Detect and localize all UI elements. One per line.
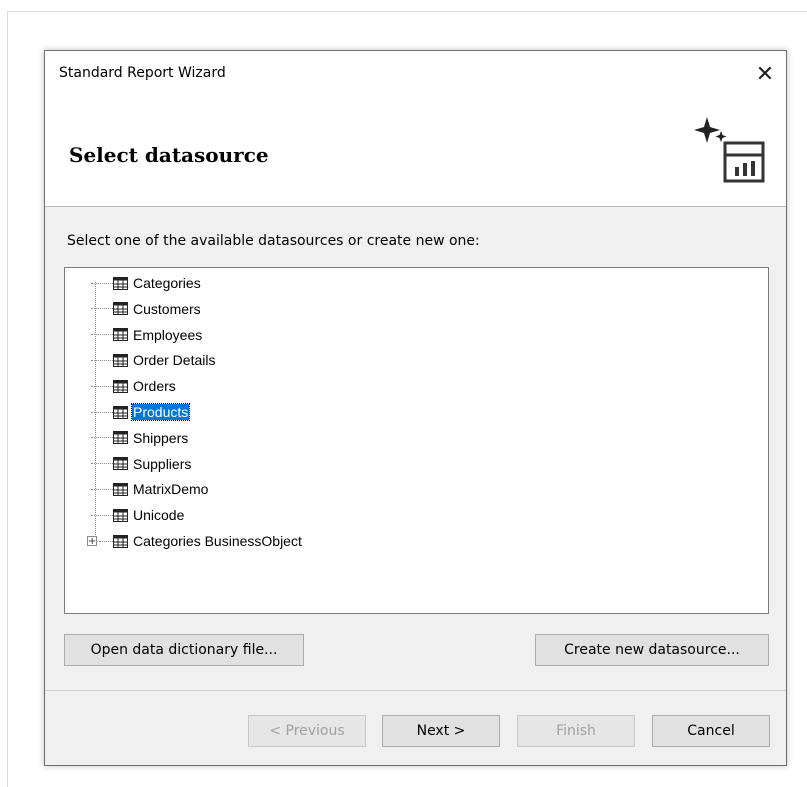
table-icon bbox=[113, 534, 128, 548]
create-datasource-button[interactable]: Create new datasource... bbox=[535, 634, 769, 666]
tree-item[interactable]: Employees bbox=[75, 324, 203, 346]
close-button[interactable]: ✕ bbox=[750, 60, 780, 88]
tree-connector-dots bbox=[91, 385, 113, 387]
open-dictionary-button[interactable]: Open data dictionary file... bbox=[64, 634, 304, 666]
tree-item[interactable]: MatrixDemo bbox=[75, 478, 209, 500]
datasource-tree[interactable]: Categories Customers Employees Order Detail… bbox=[64, 267, 769, 614]
tree-item-label: Categories bbox=[133, 275, 201, 291]
instruction-text: Select one of the available datasources … bbox=[67, 233, 480, 249]
next-button[interactable]: Next > bbox=[382, 715, 500, 747]
table-icon bbox=[113, 482, 128, 496]
tree-item[interactable]: Suppliers bbox=[75, 453, 192, 475]
dialog-content: Select one of the available datasources … bbox=[45, 207, 786, 765]
table-icon bbox=[113, 302, 128, 316]
table-icon bbox=[113, 379, 128, 393]
tree-connector-dots bbox=[91, 308, 113, 310]
window-title: Standard Report Wizard bbox=[59, 65, 226, 81]
wizard-dialog: Standard Report Wizard ✕ Select datasour… bbox=[44, 50, 787, 766]
tree-item-label: Customers bbox=[133, 300, 201, 317]
tree-connector-dots bbox=[91, 359, 113, 361]
table-icon bbox=[113, 457, 128, 471]
tree-connector-dots bbox=[99, 540, 113, 542]
tree-item-label: Products bbox=[130, 403, 191, 421]
tree-item-label: Employees bbox=[133, 326, 203, 343]
table-icon bbox=[113, 353, 128, 367]
previous-button[interactable]: < Previous bbox=[248, 715, 366, 747]
cancel-button[interactable]: Cancel bbox=[652, 715, 770, 747]
tree-item-label: Unicode bbox=[133, 507, 185, 524]
tree-item-label: MatrixDemo bbox=[133, 481, 209, 498]
tree-item-label: Shippers bbox=[133, 429, 189, 446]
tree-item[interactable]: Orders bbox=[75, 375, 177, 397]
tree-item[interactable]: Categories bbox=[75, 272, 202, 294]
footer-separator bbox=[45, 690, 786, 691]
table-icon bbox=[113, 328, 128, 342]
tree-connector-dots bbox=[91, 514, 113, 516]
tree-connector-dots bbox=[91, 437, 113, 439]
tree-connector-dots bbox=[91, 411, 113, 413]
tree-item[interactable]: Order Details bbox=[75, 349, 216, 371]
table-icon bbox=[113, 405, 128, 419]
tree-item-label: Orders bbox=[133, 378, 176, 395]
tree-connector-dots bbox=[91, 488, 113, 490]
tree-item[interactable]: Shippers bbox=[75, 427, 189, 449]
finish-button[interactable]: Finish bbox=[517, 715, 635, 747]
tree-connector-dots bbox=[91, 463, 113, 465]
tree-item[interactable]: Unicode bbox=[75, 504, 185, 526]
tree-item[interactable]: Customers bbox=[75, 298, 202, 320]
tree-item-label: Suppliers bbox=[133, 455, 192, 472]
tree-item[interactable]: Products bbox=[75, 401, 191, 423]
page-heading: Select datasource bbox=[69, 143, 269, 167]
tree-connector-dots bbox=[91, 334, 113, 336]
table-icon bbox=[113, 276, 128, 290]
table-icon bbox=[113, 508, 128, 522]
tree-item[interactable]: + Categories BusinessObject bbox=[75, 530, 303, 552]
tree-connector-dots bbox=[91, 282, 113, 284]
tree-item-label: Categories BusinessObject bbox=[133, 533, 302, 549]
tree-item-label: Order Details bbox=[133, 352, 216, 369]
expand-plus-icon[interactable]: + bbox=[87, 536, 97, 547]
wizard-sparkle-report-icon bbox=[694, 117, 765, 183]
table-icon bbox=[113, 431, 128, 445]
